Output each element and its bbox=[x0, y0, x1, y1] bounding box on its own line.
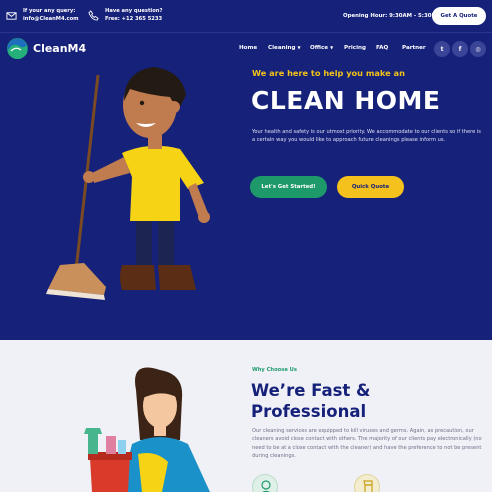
chevron-down-icon: ▼ bbox=[330, 45, 334, 50]
hero-tagline: We are here to help you make an bbox=[252, 68, 405, 78]
brand-name: CleanM4 bbox=[33, 42, 87, 55]
spray-bottle-icon bbox=[354, 474, 380, 492]
section-description: Our cleaning services are equipped to ki… bbox=[252, 428, 482, 460]
support-agent-icon bbox=[252, 474, 278, 492]
instagram-icon[interactable]: ◎ bbox=[470, 41, 486, 57]
brand-logo[interactable]: CleanM4 bbox=[7, 38, 86, 59]
logo-wave-icon bbox=[7, 38, 28, 59]
nav-cleaning[interactable]: Cleaning ▼ bbox=[268, 45, 301, 51]
email-address[interactable]: info@CleanM4.com bbox=[23, 15, 79, 23]
opening-hours: Opening Hour: 9:30AM - 5:30PM bbox=[343, 13, 441, 19]
mail-icon bbox=[6, 11, 17, 20]
nav-home[interactable]: Home bbox=[239, 45, 257, 51]
nav-partner[interactable]: Partner bbox=[402, 45, 426, 51]
top-bar: If your any query: info@CleanM4.com Have… bbox=[0, 0, 492, 33]
hero-title: CLEAN HOME bbox=[251, 86, 441, 115]
get-started-button[interactable]: Let's Get Started! bbox=[250, 176, 327, 198]
get-a-quote-button[interactable]: Get A Quote bbox=[432, 7, 486, 25]
nav-faq[interactable]: FAQ bbox=[376, 45, 388, 51]
cleaner-man-illustration bbox=[46, 67, 210, 300]
nav-pricing[interactable]: Pricing bbox=[344, 45, 366, 51]
hero-section: We are here to help you make an CLEAN HO… bbox=[0, 65, 492, 340]
quick-quote-button[interactable]: Quick Quote bbox=[337, 176, 404, 198]
email-contact[interactable]: If your any query: info@CleanM4.com bbox=[6, 7, 79, 23]
cleaner-woman-illustration bbox=[84, 367, 210, 492]
phone-number[interactable]: Free: +12 365 5233 bbox=[105, 15, 162, 23]
facebook-icon[interactable]: f bbox=[452, 41, 468, 57]
twitter-icon[interactable]: t bbox=[434, 41, 450, 57]
phone-icon bbox=[88, 9, 99, 21]
why-choose-us-section: Why Choose Us We’re Fast & Professional … bbox=[0, 340, 492, 492]
main-navbar: CleanM4 Home Cleaning ▼ Office ▼ Pricing F… bbox=[0, 33, 492, 65]
section-title: We’re Fast & Professional bbox=[251, 381, 371, 421]
chevron-down-icon: ▼ bbox=[297, 45, 301, 50]
phone-label: Have any question? bbox=[105, 8, 163, 14]
hero-description: Your health and safety is our utmost pri… bbox=[252, 129, 481, 144]
email-label: If your any query: bbox=[23, 8, 76, 14]
section-eyebrow: Why Choose Us bbox=[252, 367, 297, 373]
nav-office[interactable]: Office ▼ bbox=[310, 45, 333, 51]
phone-contact[interactable]: Have any question? Free: +12 365 5233 bbox=[88, 7, 162, 23]
